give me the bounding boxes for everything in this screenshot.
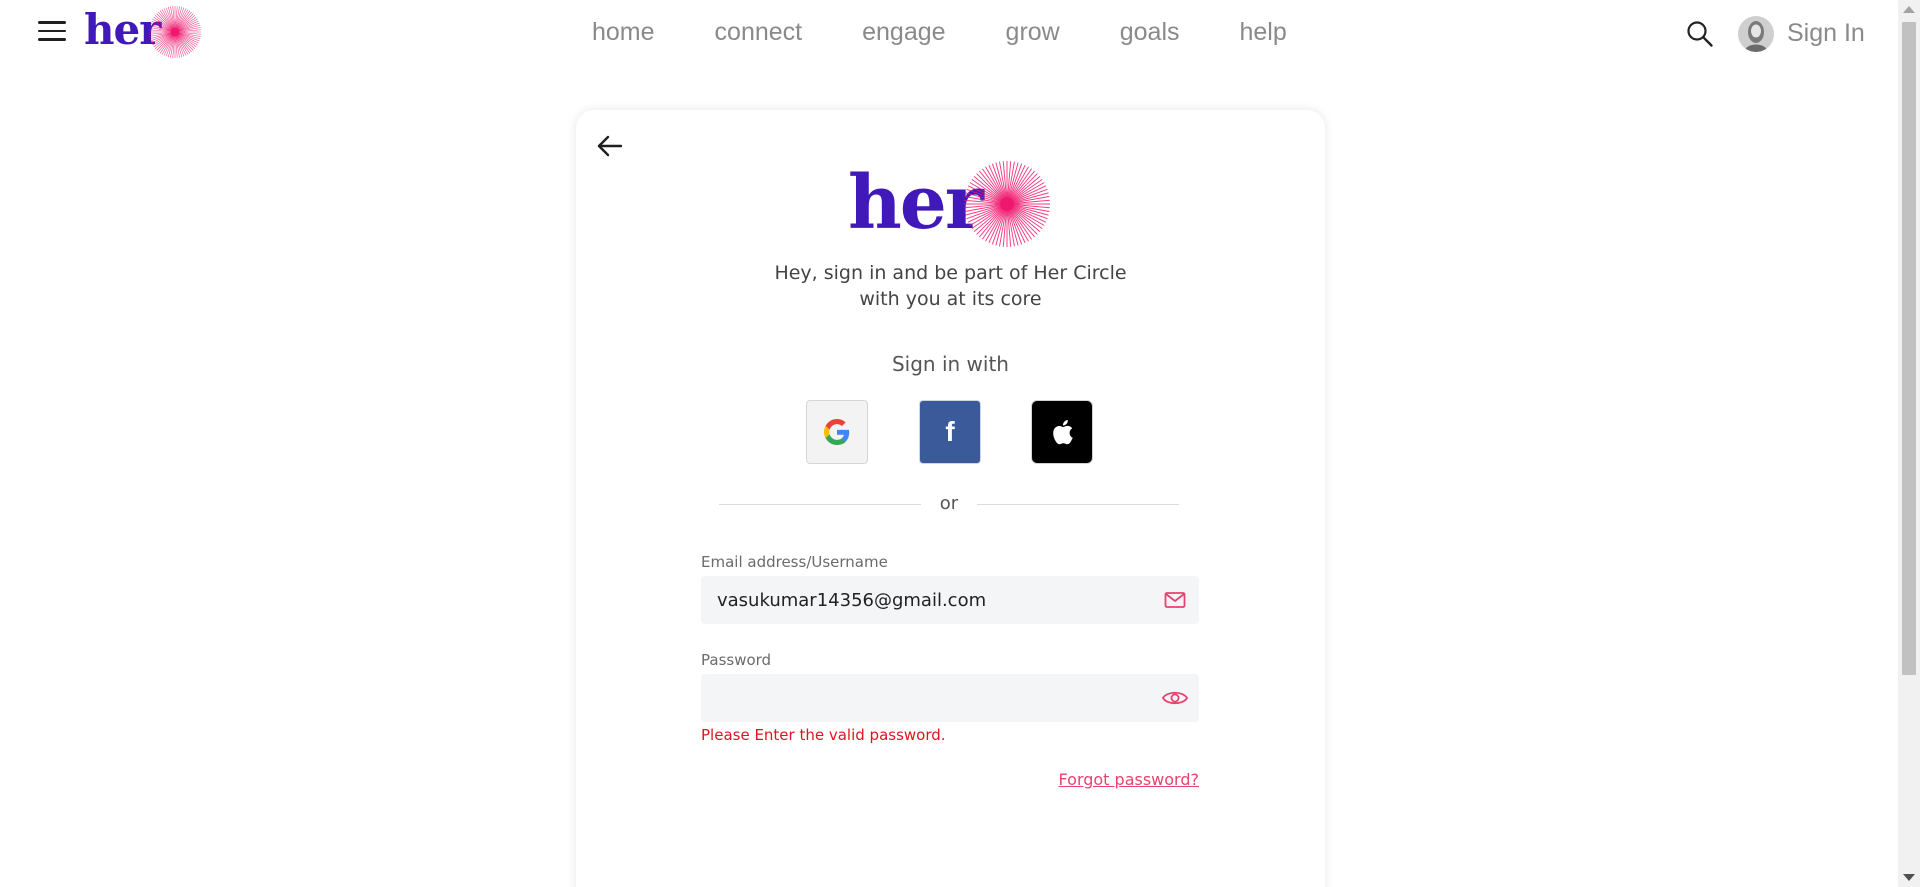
top-header: her home connect engage grow goals help … (0, 0, 1898, 70)
show-password-eye-icon[interactable] (1161, 686, 1189, 710)
divider-or: or (939, 493, 959, 514)
scroll-down-arrow-icon[interactable] (1903, 874, 1915, 881)
email-field-wrapper (701, 576, 1199, 624)
email-field[interactable] (717, 576, 1137, 624)
hamburger-menu-icon[interactable] (36, 18, 68, 44)
scroll-thumb[interactable] (1902, 22, 1916, 675)
logo-burst-icon (149, 6, 201, 58)
divider-line-left (719, 504, 921, 505)
tagline-line-1: Hey, sign in and be part of Her Circle (774, 262, 1127, 284)
email-label: Email address/Username (701, 553, 888, 571)
sign-in-link[interactable]: Sign In (1787, 19, 1865, 48)
sign-in-card: her Hey, sign in and be part of Her Circ… (576, 110, 1325, 887)
back-arrow-icon[interactable] (596, 134, 624, 158)
nav-connect[interactable]: connect (715, 18, 803, 47)
apple-icon (1053, 420, 1073, 445)
search-icon[interactable] (1686, 20, 1714, 48)
mail-icon (1164, 592, 1186, 608)
facebook-icon: f (945, 416, 955, 447)
nav-home[interactable]: home (592, 18, 655, 47)
nav-goals[interactable]: goals (1120, 18, 1180, 47)
logo-wordmark-large: her (848, 160, 984, 246)
sign-in-tagline: Hey, sign in and be part of Her Circle w… (576, 260, 1325, 312)
nav-engage[interactable]: engage (862, 18, 945, 47)
facebook-sign-in-button[interactable]: f (919, 400, 981, 464)
password-label: Password (701, 651, 772, 669)
main-nav: home connect engage grow goals help (592, 18, 1347, 47)
forgot-password-link[interactable]: Forgot password? (1059, 770, 1199, 789)
google-sign-in-button[interactable] (806, 400, 868, 464)
password-field-wrapper (701, 674, 1199, 722)
scroll-up-arrow-icon[interactable] (1903, 6, 1915, 13)
apple-sign-in-button[interactable] (1031, 400, 1093, 464)
nav-grow[interactable]: grow (1006, 18, 1060, 47)
logo-burst-large-icon (964, 161, 1050, 247)
sign-in-with-heading: Sign in with (891, 352, 1009, 376)
her-logo-large: her (848, 160, 1050, 250)
tagline-line-2: with you at its core (859, 288, 1042, 310)
nav-help[interactable]: help (1240, 18, 1287, 47)
divider-line-right (977, 504, 1179, 505)
page-scrollbar[interactable] (1898, 0, 1920, 887)
google-icon (824, 419, 850, 445)
her-logo[interactable]: her (84, 5, 201, 58)
password-error-message: Please Enter the valid password. (701, 726, 946, 744)
user-avatar-icon[interactable] (1738, 16, 1774, 52)
password-field[interactable] (717, 674, 1137, 722)
